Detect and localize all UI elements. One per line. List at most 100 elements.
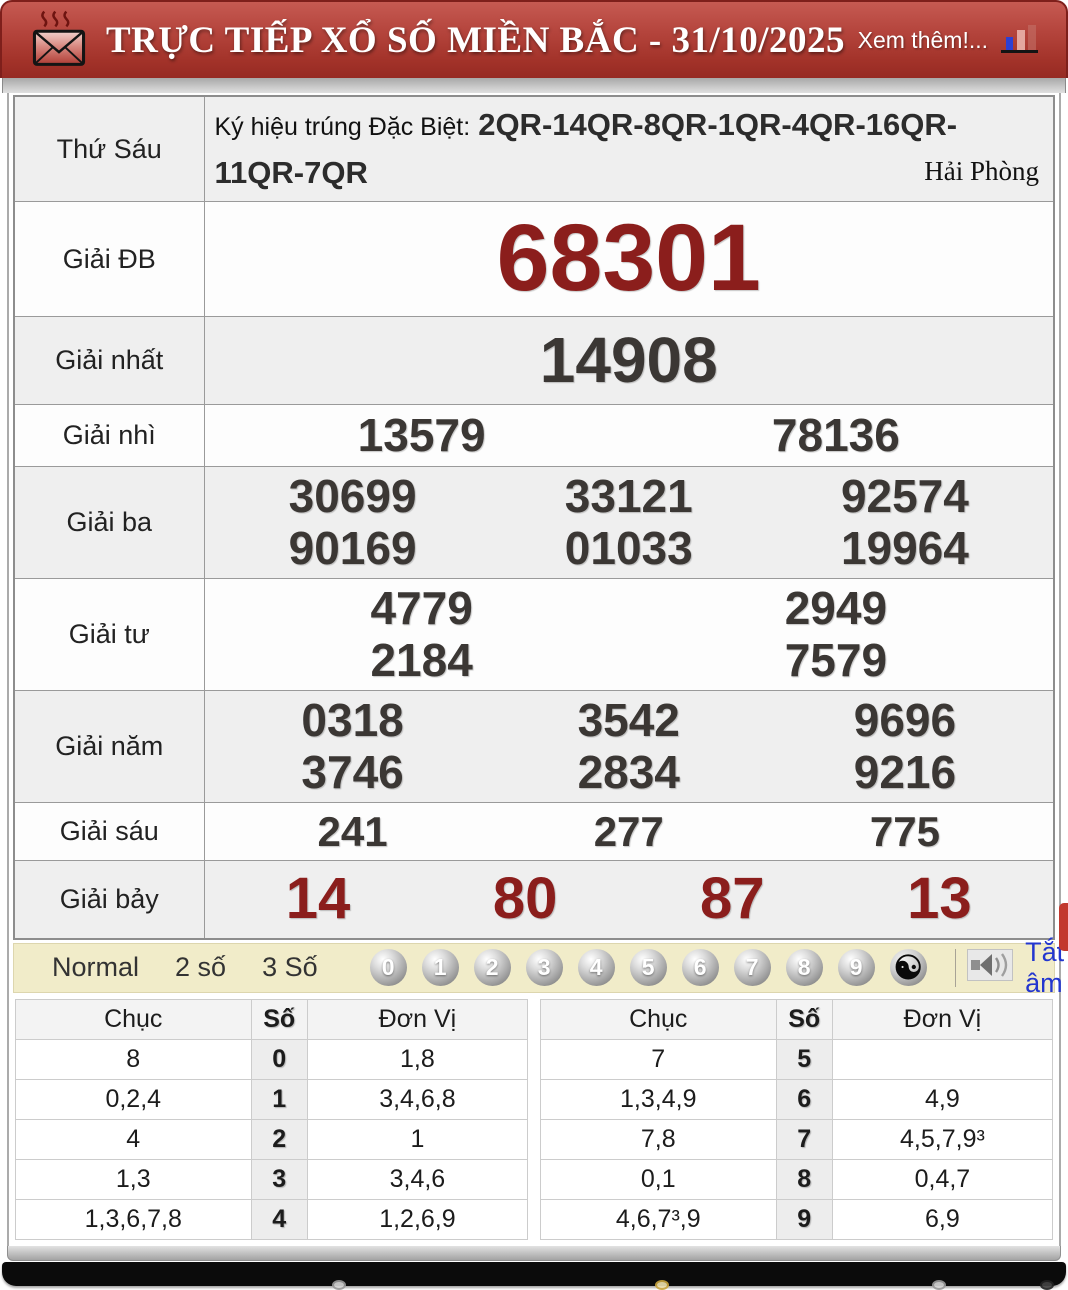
prize-number: 2949 — [785, 583, 887, 635]
prize-label: Giải bảy — [14, 861, 204, 939]
col-header-chuc: Chục — [16, 999, 252, 1039]
cell-so: 9 — [776, 1199, 832, 1239]
lottery-widget: TRỰC TIẾP XỔ SỐ MIỀN BẮC - 31/10/2025 Xe… — [0, 0, 1068, 1286]
cell-so: 4 — [251, 1199, 307, 1239]
prize-label: Giải năm — [14, 691, 204, 803]
prize-number: 78136 — [772, 410, 900, 462]
prize-numbers: 4779 2949 2184 7579 — [215, 583, 1044, 686]
prize-number: 277 — [594, 808, 664, 855]
cell-donvi: 3,4,6,8 — [307, 1079, 527, 1119]
table-row: 1,3,4,9 6 4,9 — [541, 1079, 1053, 1119]
prize-number: 80 — [493, 867, 558, 932]
cell-so: 0 — [251, 1039, 307, 1079]
prize-number: 92574 — [841, 471, 969, 523]
ball-6[interactable]: 6 — [682, 949, 719, 986]
prize-numbers: 241 277 775 — [215, 808, 1044, 855]
speaker-icon[interactable] — [967, 949, 1013, 986]
prize-numbers: 14908 — [215, 325, 1044, 397]
cell-donvi: 0,4,7 — [832, 1159, 1052, 1199]
ball-2[interactable]: 2 — [474, 949, 511, 986]
prize-number: 2834 — [578, 747, 680, 799]
table-row: 4,6,7³,9 9 6,9 — [541, 1199, 1053, 1239]
cell-chuc: 4 — [16, 1119, 252, 1159]
prize-row-special: Giải ĐB 68301 — [14, 202, 1054, 317]
prize-number: 4779 — [370, 583, 472, 635]
cell-so: 7 — [776, 1119, 832, 1159]
sound-controls: Tắt âm — [955, 937, 1065, 999]
prize-row-seventh: Giải bảy 14 80 87 13 — [14, 861, 1054, 939]
yin-yang-icon[interactable]: ☯ — [890, 949, 927, 986]
table-row: 0,2,4 1 3,4,6,8 — [16, 1079, 528, 1119]
partial-icon — [1040, 1280, 1054, 1290]
stats-table-left: Chục Số Đơn Vị 8 0 1,8 0,2,4 1 3,4,6,8 4… — [15, 999, 528, 1240]
stats-table-right: Chục Số Đơn Vị 7 5 1,3,4,9 6 4,9 7,8 7 — [540, 999, 1053, 1240]
prize-number: 0318 — [301, 695, 403, 747]
prize-number: 13 — [907, 867, 972, 932]
col-header-so: Số — [251, 999, 307, 1039]
prize-number: 14908 — [540, 325, 718, 397]
cell-chuc: 8 — [16, 1039, 252, 1079]
prize-number: 01033 — [565, 523, 693, 575]
edge-floating-button[interactable] — [1059, 903, 1068, 951]
prize-number: 30699 — [289, 471, 417, 523]
ball-9[interactable]: 9 — [838, 949, 875, 986]
envelope-icon — [32, 9, 86, 72]
see-more-link[interactable]: Xem thêm!... — [858, 21, 1040, 60]
content-frame: Thứ Sáu Ký hiệu trúng Đặc Biệt:2QR-14QR-… — [7, 93, 1061, 1246]
mode-2so[interactable]: 2 số — [157, 952, 244, 983]
table-row: 1,3,6,7,8 4 1,2,6,9 — [16, 1199, 528, 1239]
table-row: 0,1 8 0,4,7 — [541, 1159, 1053, 1199]
prize-label: Giải ba — [14, 467, 204, 579]
prize-number: 87 — [700, 867, 765, 932]
results-table: Thứ Sáu Ký hiệu trúng Đặc Biệt:2QR-14QR-… — [13, 95, 1055, 940]
ball-1[interactable]: 1 — [422, 949, 459, 986]
prize-row-second: Giải nhì 13579 78136 — [14, 405, 1054, 467]
cell-chuc: 7 — [541, 1039, 777, 1079]
cell-chuc: 7,8 — [541, 1119, 777, 1159]
prize-row-third: Giải ba 30699 33121 92574 90169 01033 19… — [14, 467, 1054, 579]
prize-number: 3542 — [578, 695, 680, 747]
prize-number: 9216 — [854, 747, 956, 799]
cell-donvi: 1,2,6,9 — [307, 1199, 527, 1239]
cell-chuc: 4,6,7³,9 — [541, 1199, 777, 1239]
ball-4[interactable]: 4 — [578, 949, 615, 986]
cell-donvi — [832, 1039, 1052, 1079]
cell-donvi: 6,9 — [832, 1199, 1052, 1239]
cell-chuc: 1,3,6,7,8 — [16, 1199, 252, 1239]
partial-icon — [332, 1280, 346, 1290]
col-header-chuc: Chục — [541, 999, 777, 1039]
prize-numbers: 13579 78136 — [215, 410, 1044, 462]
prize-number: 3746 — [301, 747, 403, 799]
prize-row-fourth: Giải tư 4779 2949 2184 7579 — [14, 579, 1054, 691]
ball-3[interactable]: 3 — [526, 949, 563, 986]
cell-donvi: 3,4,6 — [307, 1159, 527, 1199]
header-shadow-strip — [2, 78, 1066, 93]
cell-so: 8 — [776, 1159, 832, 1199]
cell-so: 3 — [251, 1159, 307, 1199]
table-header-row: Chục Số Đơn Vị — [541, 999, 1053, 1039]
weekday-label: Thứ Sáu — [14, 96, 204, 202]
col-header-donvi: Đơn Vị — [832, 999, 1052, 1039]
see-more-label[interactable]: Xem thêm!... — [858, 27, 988, 54]
cell-chuc: 1,3 — [16, 1159, 252, 1199]
ball-7[interactable]: 7 — [734, 949, 771, 986]
ball-8[interactable]: 8 — [786, 949, 823, 986]
mode-normal[interactable]: Normal — [34, 952, 157, 983]
ball-5[interactable]: 5 — [630, 949, 667, 986]
prize-label: Giải sáu — [14, 803, 204, 861]
prize-label: Giải nhất — [14, 317, 204, 405]
prize-number: 241 — [318, 808, 388, 855]
cell-donvi: 1 — [307, 1119, 527, 1159]
prize-label: Giải nhì — [14, 405, 204, 467]
digit-stats: Chục Số Đơn Vị 8 0 1,8 0,2,4 1 3,4,6,8 4… — [15, 999, 1053, 1240]
controls-bar: Normal 2 số 3 Số 0 1 2 3 4 5 6 7 8 9 ☯ — [13, 943, 1055, 993]
bar-chart-icon[interactable] — [1000, 21, 1040, 60]
special-symbol-cell: Ký hiệu trúng Đặc Biệt:2QR-14QR-8QR-1QR-… — [204, 96, 1054, 202]
ball-0[interactable]: 0 — [370, 949, 407, 986]
cell-so: 6 — [776, 1079, 832, 1119]
mode-3so[interactable]: 3 Số — [244, 952, 336, 983]
prize-row-fifth: Giải năm 0318 3542 9696 3746 2834 9216 — [14, 691, 1054, 803]
cell-so: 5 — [776, 1039, 832, 1079]
prize-number: 33121 — [565, 471, 693, 523]
info-row: Thứ Sáu Ký hiệu trúng Đặc Biệt:2QR-14QR-… — [14, 96, 1054, 202]
